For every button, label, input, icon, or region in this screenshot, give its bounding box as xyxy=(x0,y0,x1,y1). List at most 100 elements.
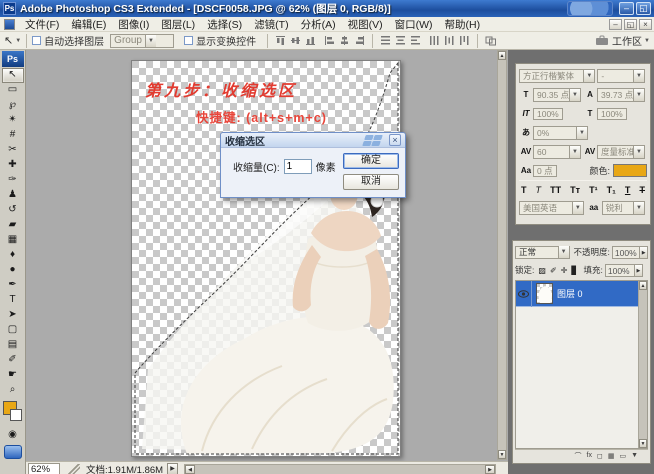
group-select[interactable]: Group ▼ xyxy=(110,34,174,48)
opacity-field[interactable]: 100% xyxy=(612,246,641,259)
doc-close-button[interactable]: × xyxy=(639,19,652,30)
font-style-select[interactable]: -▼ xyxy=(597,69,645,83)
font-family-select[interactable]: 方正行楷繁体▼ xyxy=(519,69,595,83)
horizontal-scale-field[interactable]: 100% xyxy=(597,108,627,120)
underline-button[interactable]: T xyxy=(625,185,631,195)
blur-tool-button[interactable]: ♦ xyxy=(2,248,24,263)
new-group-icon[interactable]: ▦ xyxy=(608,452,615,460)
tracking-select[interactable]: 60▼ xyxy=(533,145,581,159)
auto-align-layers-icon[interactable] xyxy=(485,35,497,46)
faux-italic-button[interactable]: T xyxy=(536,185,542,195)
restore-button[interactable]: ◱ xyxy=(636,2,651,15)
font-size-select[interactable]: 90.35 点▼ xyxy=(533,88,581,102)
slice-tool-button[interactable]: ✂ xyxy=(2,143,24,158)
hand-tool-button[interactable]: ☛ xyxy=(2,368,24,383)
background-color-swatch[interactable] xyxy=(10,409,22,421)
menu-view[interactable]: 视图(V) xyxy=(342,17,389,32)
status-menu-arrow-icon[interactable]: ▶ xyxy=(167,463,178,474)
align-vertical-centers-icon[interactable] xyxy=(290,35,301,46)
menu-edit[interactable]: 编辑(E) xyxy=(65,17,112,32)
magic-wand-tool-button[interactable]: ✴ xyxy=(2,113,24,128)
kerning-select[interactable]: 度量标准▼ xyxy=(597,145,645,159)
layers-scroll-down-icon[interactable]: ▼ xyxy=(639,439,647,448)
current-tool-preview[interactable]: ↖ ▼ xyxy=(4,34,21,47)
gradient-tool-button[interactable]: ▦ xyxy=(2,233,24,248)
menu-window[interactable]: 窗口(W) xyxy=(389,17,439,32)
move-tool-button[interactable]: ↖ xyxy=(2,68,24,83)
lock-all-icon[interactable]: ▊ xyxy=(571,266,577,275)
doc-vertical-scrollbar[interactable]: ▲ ▼ xyxy=(497,50,507,460)
align-right-edges-icon[interactable] xyxy=(354,35,365,46)
layer-style-icon[interactable]: fx xyxy=(587,452,592,459)
cancel-button[interactable]: 取消 xyxy=(343,174,399,190)
menu-select[interactable]: 选择(S) xyxy=(201,17,248,32)
pen-tool-button[interactable]: ✒ xyxy=(2,278,24,293)
lock-position-icon[interactable]: ✛ xyxy=(561,266,568,275)
anti-alias-select[interactable]: 锐利▼ xyxy=(602,201,645,215)
minimize-button[interactable]: – xyxy=(619,2,634,15)
link-layers-icon[interactable]: ⌒ xyxy=(575,451,582,461)
superscript-button[interactable]: T¹ xyxy=(589,185,598,195)
show-transform-checkbox[interactable] xyxy=(184,36,193,45)
zoom-tool-button[interactable]: ⌕ xyxy=(2,383,24,398)
menu-help[interactable]: 帮助(H) xyxy=(439,17,487,32)
language-select[interactable]: 美国英语▼ xyxy=(519,201,584,215)
ok-button[interactable]: 确定 xyxy=(343,153,399,169)
dialog-close-icon[interactable]: × xyxy=(389,134,401,146)
lock-transparency-icon[interactable]: ▨ xyxy=(538,266,546,275)
layers-scrollbar[interactable]: ▲ ▼ xyxy=(638,281,647,448)
distribute-right-edges-icon[interactable] xyxy=(459,35,470,46)
healing-brush-tool-button[interactable]: ✚ xyxy=(2,158,24,173)
shape-tool-button[interactable]: ▢ xyxy=(2,323,24,338)
baseline-shift-field[interactable]: 0 点 xyxy=(533,165,557,177)
align-left-edges-icon[interactable] xyxy=(324,35,335,46)
align-top-edges-icon[interactable] xyxy=(275,35,286,46)
blend-mode-select[interactable]: 正常▼ xyxy=(515,246,570,259)
scroll-up-icon[interactable]: ▲ xyxy=(498,51,506,60)
contract-amount-input[interactable] xyxy=(284,159,312,174)
clone-stamp-tool-button[interactable]: ♟ xyxy=(2,188,24,203)
vertical-scale-field[interactable]: 100% xyxy=(533,108,563,120)
menu-analysis[interactable]: 分析(A) xyxy=(295,17,342,32)
doc-minimize-button[interactable]: – xyxy=(609,19,622,30)
layer-thumbnail[interactable] xyxy=(536,283,553,304)
opacity-slider-arrow-icon[interactable]: ▶ xyxy=(640,246,648,259)
eyedropper-tool-button[interactable]: ✐ xyxy=(2,353,24,368)
layers-scroll-up-icon[interactable]: ▲ xyxy=(639,281,647,290)
new-layer-icon[interactable]: ▭ xyxy=(619,452,626,460)
history-brush-tool-button[interactable]: ↺ xyxy=(2,203,24,218)
layer-row[interactable]: 图层 0 xyxy=(516,281,647,307)
leading-select[interactable]: 39.73 点▼ xyxy=(597,88,645,102)
menu-image[interactable]: 图像(I) xyxy=(112,17,155,32)
distribute-left-edges-icon[interactable] xyxy=(429,35,440,46)
path-selection-tool-button[interactable]: ➤ xyxy=(2,308,24,323)
crop-tool-button[interactable]: # xyxy=(2,128,24,143)
auto-select-checkbox[interactable] xyxy=(32,36,41,45)
quick-mask-button[interactable]: ◉ xyxy=(2,428,24,443)
align-bottom-edges-icon[interactable] xyxy=(305,35,316,46)
text-color-swatch[interactable] xyxy=(613,164,647,177)
rectangular-marquee-tool-button[interactable]: ▭ xyxy=(2,83,24,98)
distribute-top-edges-icon[interactable] xyxy=(380,35,391,46)
zoom-level-field[interactable]: 62% xyxy=(28,463,60,474)
type-tool-button[interactable]: T xyxy=(2,293,24,308)
distribute-horizontal-centers-icon[interactable] xyxy=(444,35,455,46)
workspace-control[interactable]: 工作区 ▼ xyxy=(595,33,650,48)
scroll-left-icon[interactable]: ◀ xyxy=(185,465,195,474)
doc-horizontal-scrollbar[interactable]: ◀ ▶ xyxy=(184,464,496,474)
delete-layer-icon[interactable]: ▼ xyxy=(631,452,638,459)
fill-field[interactable]: 100% xyxy=(605,264,635,277)
menu-filter[interactable]: 滤镜(T) xyxy=(248,17,294,32)
dialog-title-bar[interactable]: 收缩选区 × xyxy=(221,133,405,148)
strikethrough-button[interactable]: T xyxy=(639,185,645,195)
distribute-bottom-edges-icon[interactable] xyxy=(410,35,421,46)
align-horizontal-centers-icon[interactable] xyxy=(339,35,350,46)
subscript-button[interactable]: T₁ xyxy=(607,185,616,195)
distribute-vertical-centers-icon[interactable] xyxy=(395,35,406,46)
brush-tool-button[interactable]: ✑ xyxy=(2,173,24,188)
faux-bold-button[interactable]: T xyxy=(521,185,527,195)
fill-slider-arrow-icon[interactable]: ▶ xyxy=(635,264,643,277)
notes-tool-button[interactable]: ▤ xyxy=(2,338,24,353)
eraser-tool-button[interactable]: ▰ xyxy=(2,218,24,233)
layer-mask-icon[interactable]: ◻ xyxy=(597,452,603,460)
